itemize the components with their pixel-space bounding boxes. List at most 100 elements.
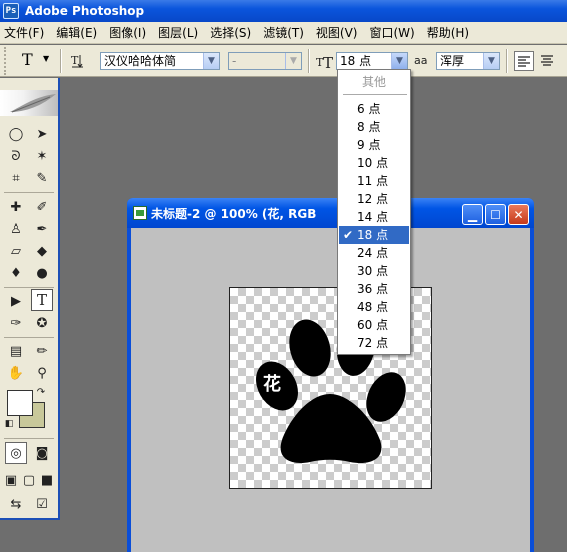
font-size-option[interactable]: 24 点 — [339, 244, 409, 262]
close-icon: ✕ — [513, 207, 524, 222]
close-button[interactable]: ✕ — [508, 204, 529, 225]
chevron-down-icon: ▼ — [203, 53, 219, 69]
font-size-option[interactable]: 6 点 — [339, 100, 409, 118]
antialias-icon: aa — [414, 54, 428, 67]
healing-brush-icon[interactable]: ✚ — [5, 196, 27, 218]
brush-icon[interactable]: ✐ — [31, 196, 53, 218]
default-colors-icon[interactable]: ◧ — [3, 418, 15, 430]
swap-colors-icon[interactable]: ↷ — [35, 386, 47, 398]
font-size-option[interactable]: 12 点 — [339, 190, 409, 208]
font-family-select[interactable]: 汉仪哈哈体简 ▼ — [100, 52, 220, 70]
slice-icon[interactable]: ✎ — [31, 167, 53, 189]
app-title: Adobe Photoshop — [25, 4, 145, 18]
text-orientation-icon[interactable]: T — [69, 52, 87, 70]
menu-layer[interactable]: 图层(L) — [152, 24, 204, 41]
align-center-button[interactable] — [538, 51, 558, 71]
custom-shape-icon[interactable]: ✪ — [31, 312, 53, 334]
dodge-icon[interactable]: ● — [31, 262, 53, 284]
history-brush-icon[interactable]: ✒ — [31, 218, 53, 240]
checkmark-icon[interactable]: ☑ — [31, 493, 53, 515]
foreground-color-swatch[interactable] — [7, 390, 33, 416]
jump-to-imageready-icon[interactable]: ⇆ — [5, 493, 27, 515]
font-size-value: 18 点 — [340, 54, 372, 68]
eraser-icon[interactable]: ▱ — [5, 240, 27, 262]
antialias-value: 浑厚 — [440, 54, 465, 68]
feather-icon — [10, 94, 56, 113]
quick-mask-icon[interactable]: ◙ — [31, 442, 53, 464]
app-titlebar: Ps Adobe Photoshop — [0, 0, 567, 22]
menu-filter[interactable]: 滤镜(T) — [257, 24, 310, 41]
maximize-icon: ☐ — [490, 207, 501, 222]
menu-file[interactable]: 文件(F) — [0, 24, 50, 41]
document-icon — [133, 206, 147, 220]
standard-mode-icon[interactable]: ◎ — [5, 442, 27, 464]
clone-stamp-icon[interactable]: ♙ — [5, 218, 27, 240]
chevron-down-icon: ▼ — [391, 53, 407, 69]
svg-text:T: T — [71, 54, 79, 67]
toolbox-header[interactable] — [0, 90, 58, 116]
document-window: 未标题-2 @ 100% (花, RGB ▁ ☐ ✕ 花 — [127, 198, 534, 552]
tool-preset-picker[interactable]: T ▼ — [16, 50, 54, 72]
font-size-option-selected[interactable]: ✔ 18 点 — [339, 226, 409, 244]
pen-icon[interactable]: ✑ — [5, 312, 27, 334]
toolbox: ◯ ➤ ᘐ ✶ ⌗ ✎ ✚ ✐ ♙ ✒ ▱ ◆ ♦ ● ▶ T ✑ ✪ ▤ ✏ … — [0, 78, 60, 520]
menu-help[interactable]: 帮助(H) — [421, 24, 475, 41]
chevron-down-icon: ▼ — [483, 53, 499, 69]
screen-mode-full-icon[interactable]: ■ — [39, 469, 55, 491]
font-size-option[interactable]: 10 点 — [339, 154, 409, 172]
font-size-option[interactable]: 60 点 — [339, 316, 409, 334]
crop-icon[interactable]: ⌗ — [5, 167, 27, 189]
svg-text:T: T — [323, 54, 333, 71]
font-size-option[interactable]: 30 点 — [339, 262, 409, 280]
lasso-icon[interactable]: ᘐ — [5, 145, 27, 167]
font-size-icon: TT — [315, 51, 335, 72]
text-layer-glyph: 花 — [263, 374, 281, 395]
magic-wand-icon[interactable]: ✶ — [31, 145, 53, 167]
font-style-select[interactable]: - ▼ — [228, 52, 302, 70]
font-size-option[interactable]: 11 点 — [339, 172, 409, 190]
path-selection-icon[interactable]: ▶ — [5, 290, 27, 312]
menu-view[interactable]: 视图(V) — [310, 24, 364, 41]
options-bar: T ▼ T 汉仪哈哈体简 ▼ - ▼ TT 18 点 ▼ aa 浑厚 ▼ — [0, 45, 567, 77]
paint-bucket-icon[interactable]: ◆ — [31, 240, 53, 262]
screen-mode-full-menu-icon[interactable]: ▢ — [21, 469, 37, 491]
align-left-button[interactable] — [514, 51, 534, 71]
maximize-button[interactable]: ☐ — [485, 204, 506, 225]
menu-image[interactable]: 图像(I) — [103, 24, 152, 41]
divider — [506, 49, 508, 73]
font-size-option[interactable]: 72 点 — [339, 334, 409, 352]
type-tool-icon: T — [22, 50, 33, 69]
divider — [4, 337, 54, 338]
menu-select[interactable]: 选择(S) — [204, 24, 257, 41]
notes-icon[interactable]: ▤ — [5, 340, 27, 362]
grip-handle[interactable] — [4, 47, 12, 75]
move-icon[interactable]: ➤ — [31, 123, 53, 145]
type-tool-icon[interactable]: T — [31, 289, 53, 311]
font-size-select[interactable]: 18 点 ▼ — [336, 52, 408, 70]
hand-icon[interactable]: ✋ — [5, 362, 27, 384]
chevron-down-icon: ▼ — [285, 53, 301, 69]
align-left-icon — [518, 56, 530, 67]
divider — [4, 438, 54, 439]
eyedropper-icon[interactable]: ✏ — [31, 340, 53, 362]
font-size-option[interactable]: 14 点 — [339, 208, 409, 226]
font-size-option[interactable]: 8 点 — [339, 118, 409, 136]
zoom-icon[interactable]: ⚲ — [31, 362, 53, 384]
blur-icon[interactable]: ♦ — [5, 262, 27, 284]
font-size-option[interactable]: 36 点 — [339, 280, 409, 298]
chevron-down-icon: ▼ — [43, 54, 50, 63]
minimize-button[interactable]: ▁ — [462, 204, 483, 225]
font-family-value: 汉仪哈哈体简 — [104, 54, 177, 68]
dropdown-header: 其他 — [361, 75, 386, 89]
antialias-select[interactable]: 浑厚 ▼ — [436, 52, 500, 70]
screen-mode-standard-icon[interactable]: ▣ — [3, 469, 19, 491]
divider — [60, 49, 62, 73]
divider — [4, 192, 54, 193]
font-size-option[interactable]: 48 点 — [339, 298, 409, 316]
align-center-icon — [541, 55, 553, 66]
menu-window[interactable]: 窗口(W) — [363, 24, 420, 41]
font-size-option[interactable]: 9 点 — [339, 136, 409, 154]
marquee-icon[interactable]: ◯ — [5, 123, 27, 145]
menu-edit[interactable]: 编辑(E) — [50, 24, 103, 41]
divider — [308, 49, 310, 73]
